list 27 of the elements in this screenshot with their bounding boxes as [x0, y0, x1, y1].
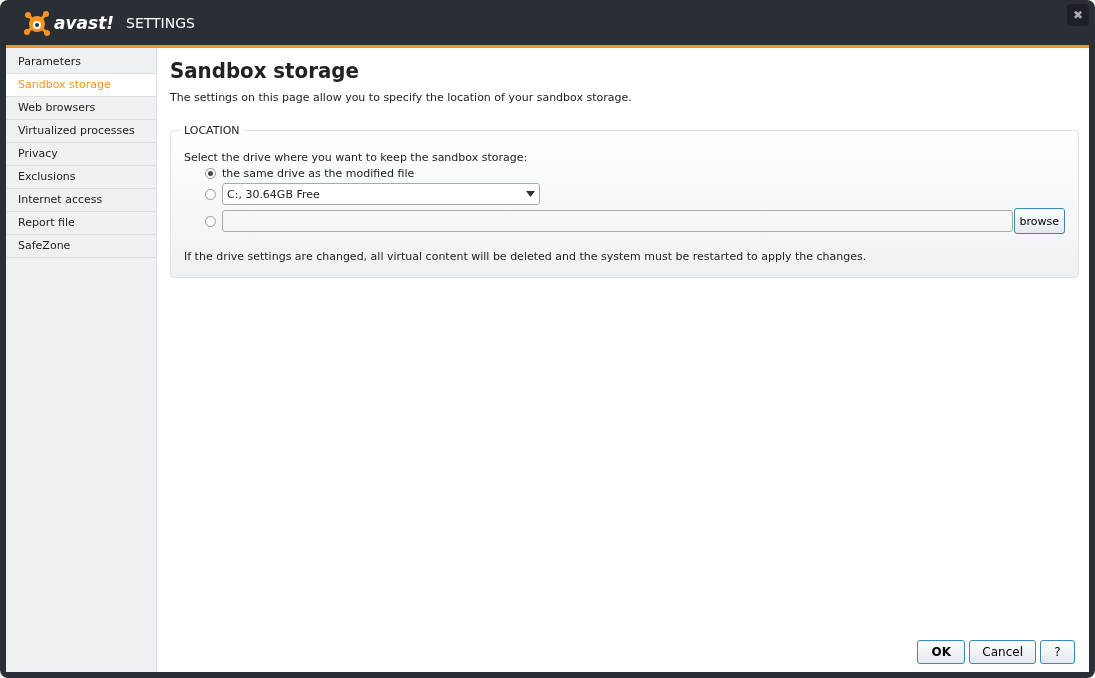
radio-button[interactable]: [205, 215, 216, 227]
logo-icon: [24, 9, 50, 36]
caret-icon: [526, 191, 535, 197]
radio-button[interactable]: [205, 188, 216, 200]
dialog-button[interactable]: Cancel: [969, 640, 1036, 664]
window-title: SETTINGS: [126, 14, 195, 31]
sidebar-item[interactable]: Exclusions: [6, 166, 156, 189]
radio-label: the same drive as the modified file: [222, 167, 415, 180]
path-field[interactable]: [222, 210, 1013, 232]
sidebar-item[interactable]: Virtualized processes: [6, 120, 156, 143]
warning-note: If the drive settings are changed, all virtual content will be deleted and the system must be restarted to apply the changes.: [184, 250, 868, 263]
page-description: The settings on this page allow you to specify the location of your sandbox storage.: [170, 91, 633, 104]
sidebar-item[interactable]: Web browsers: [6, 97, 156, 120]
sidebar-item[interactable]: Report file: [6, 212, 156, 235]
sidebar-item[interactable]: Privacy: [6, 143, 156, 166]
drive-dropdown[interactable]: C:, 30.64GB Free: [222, 183, 540, 205]
prompt-text: Select the drive where you want to keep the sandbox storage:: [184, 151, 529, 164]
close-button[interactable]: ✖: [1067, 4, 1089, 26]
sidebar-item[interactable]: Internet access: [6, 189, 156, 212]
dialog-button[interactable]: OK: [917, 640, 966, 664]
browse-button[interactable]: browse: [1013, 208, 1065, 234]
sidebar-item[interactable]: SafeZone: [6, 235, 156, 258]
dialog-button[interactable]: ?: [1040, 640, 1075, 664]
logo-text: avast!: [54, 12, 115, 33]
page-title: Sandbox storage: [170, 58, 360, 83]
group-legend: LOCATION: [180, 124, 244, 137]
radio-button[interactable]: [205, 168, 216, 179]
